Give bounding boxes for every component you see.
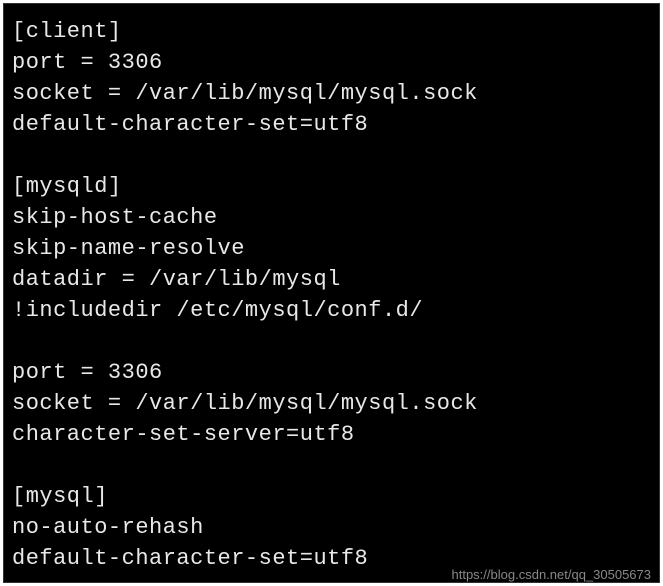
config-line: [mysqld]	[12, 171, 651, 202]
config-line: skip-host-cache	[12, 202, 651, 233]
config-line: character-set-server=utf8	[12, 419, 651, 450]
config-line: [mysql]	[12, 481, 651, 512]
blank-line	[12, 326, 651, 357]
watermark-text: https://blog.csdn.net/qq_30505673	[452, 567, 652, 582]
config-line: socket = /var/lib/mysql/mysql.sock	[12, 388, 651, 419]
config-line: port = 3306	[12, 357, 651, 388]
config-line: [client]	[12, 16, 651, 47]
config-line: port = 3306	[12, 47, 651, 78]
config-line: no-auto-rehash	[12, 512, 651, 543]
terminal-window: [client] port = 3306 socket = /var/lib/m…	[3, 3, 660, 583]
blank-line	[12, 450, 651, 481]
config-line: skip-name-resolve	[12, 233, 651, 264]
config-line: datadir = /var/lib/mysql	[12, 264, 651, 295]
config-line: socket = /var/lib/mysql/mysql.sock	[12, 78, 651, 109]
watermark: https://blog.csdn.net/qq_30505673	[452, 567, 652, 582]
config-line: default-character-set=utf8	[12, 109, 651, 140]
blank-line	[12, 140, 651, 171]
config-line: !includedir /etc/mysql/conf.d/	[12, 295, 651, 326]
